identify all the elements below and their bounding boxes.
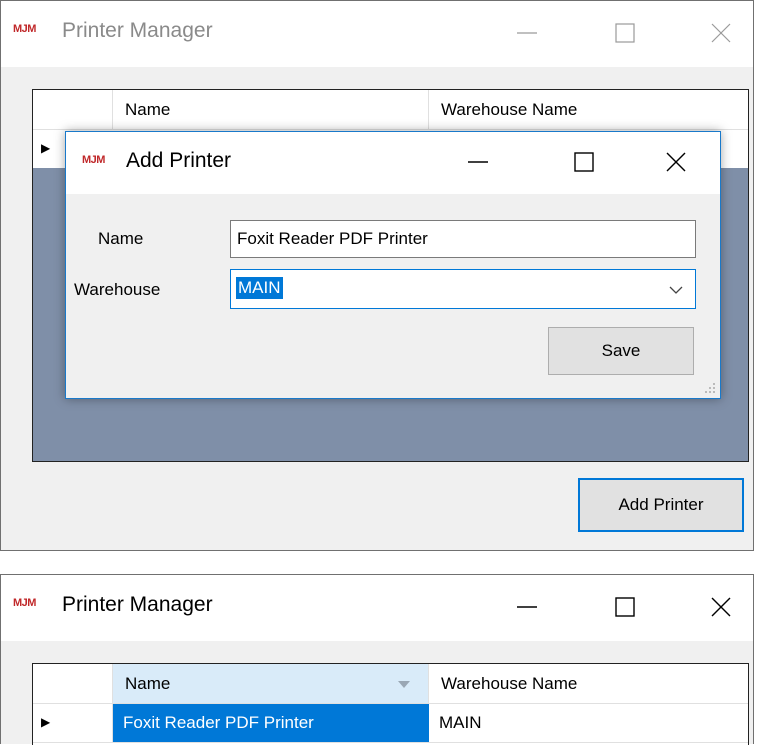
resize-grip-icon[interactable]: [704, 382, 716, 394]
printer-manager-window-bottom: MJM Printer Manager Name Warehouse Name …: [0, 574, 754, 745]
column-header-label: Warehouse Name: [441, 674, 578, 693]
close-button[interactable]: [701, 13, 741, 53]
dialog-title: Add Printer: [126, 149, 232, 172]
minimize-icon: [468, 161, 488, 163]
warehouse-select-value: MAIN: [236, 277, 283, 299]
printer-manager-window-top: MJM Printer Manager Name Warehouse Name …: [0, 0, 754, 551]
dropdown-chevron-icon: [669, 286, 683, 294]
maximize-icon: [615, 23, 635, 43]
close-icon: [711, 23, 731, 43]
dialog-minimize-button[interactable]: [458, 142, 498, 182]
row-header-corner: [33, 664, 113, 704]
dialog-logo: MJM: [82, 154, 105, 166]
row-header-corner: [33, 90, 113, 130]
column-header-name[interactable]: Name: [113, 90, 429, 130]
close-button[interactable]: [701, 587, 741, 627]
app-logo: MJM: [13, 597, 36, 609]
column-header-warehouse[interactable]: Warehouse Name: [429, 90, 748, 130]
row-indicator-icon: ▶: [41, 141, 51, 155]
window-title: Printer Manager: [62, 19, 213, 42]
column-header-label: Name: [125, 100, 171, 119]
dialog-close-button[interactable]: [656, 142, 696, 182]
window-title: Printer Manager: [62, 593, 213, 616]
save-button[interactable]: Save: [548, 327, 694, 375]
title-bar[interactable]: MJM Printer Manager: [1, 575, 753, 641]
name-field-value: Foxit Reader PDF Printer: [237, 229, 428, 248]
column-header-label: Warehouse Name: [441, 100, 578, 119]
row-indicator-icon: ▶: [41, 715, 51, 729]
save-label: Save: [601, 341, 641, 360]
minimize-button[interactable]: [507, 587, 547, 627]
column-header-name[interactable]: Name: [113, 664, 429, 704]
maximize-button[interactable]: [605, 587, 645, 627]
warehouse-label: Warehouse: [74, 280, 161, 299]
close-icon: [711, 597, 731, 617]
minimize-icon: [517, 606, 537, 608]
add-printer-button[interactable]: Add Printer: [578, 478, 744, 532]
dialog-title-bar[interactable]: MJM Add Printer: [66, 132, 720, 194]
cell-value: MAIN: [439, 713, 482, 732]
minimize-button[interactable]: [507, 13, 547, 53]
dialog-maximize-button[interactable]: [564, 142, 604, 182]
cell-warehouse[interactable]: MAIN: [429, 704, 748, 742]
minimize-icon: [517, 32, 537, 34]
cell-name[interactable]: Foxit Reader PDF Printer: [113, 704, 429, 742]
maximize-icon: [615, 597, 635, 617]
app-logo: MJM: [13, 23, 36, 35]
warehouse-select[interactable]: MAIN: [230, 269, 696, 309]
add-printer-label: Add Printer: [618, 495, 704, 514]
close-icon: [666, 152, 686, 172]
add-printer-dialog: MJM Add Printer Name Foxit Reader PDF Pr…: [65, 131, 721, 399]
maximize-button[interactable]: [605, 13, 645, 53]
title-bar[interactable]: MJM Printer Manager: [1, 1, 753, 67]
cell-value: Foxit Reader PDF Printer: [123, 713, 314, 732]
name-label: Name: [98, 229, 144, 248]
column-header-warehouse[interactable]: Warehouse Name: [429, 664, 748, 704]
sort-arrow-icon: [398, 681, 410, 688]
maximize-icon: [574, 152, 594, 172]
row-header[interactable]: ▶: [33, 704, 113, 742]
name-field[interactable]: Foxit Reader PDF Printer: [230, 220, 696, 258]
column-header-label: Name: [125, 674, 171, 693]
table-row[interactable]: ▶ Foxit Reader PDF Printer MAIN: [33, 704, 748, 743]
printer-grid[interactable]: Name Warehouse Name ▶ Foxit Reader PDF P…: [32, 663, 749, 745]
